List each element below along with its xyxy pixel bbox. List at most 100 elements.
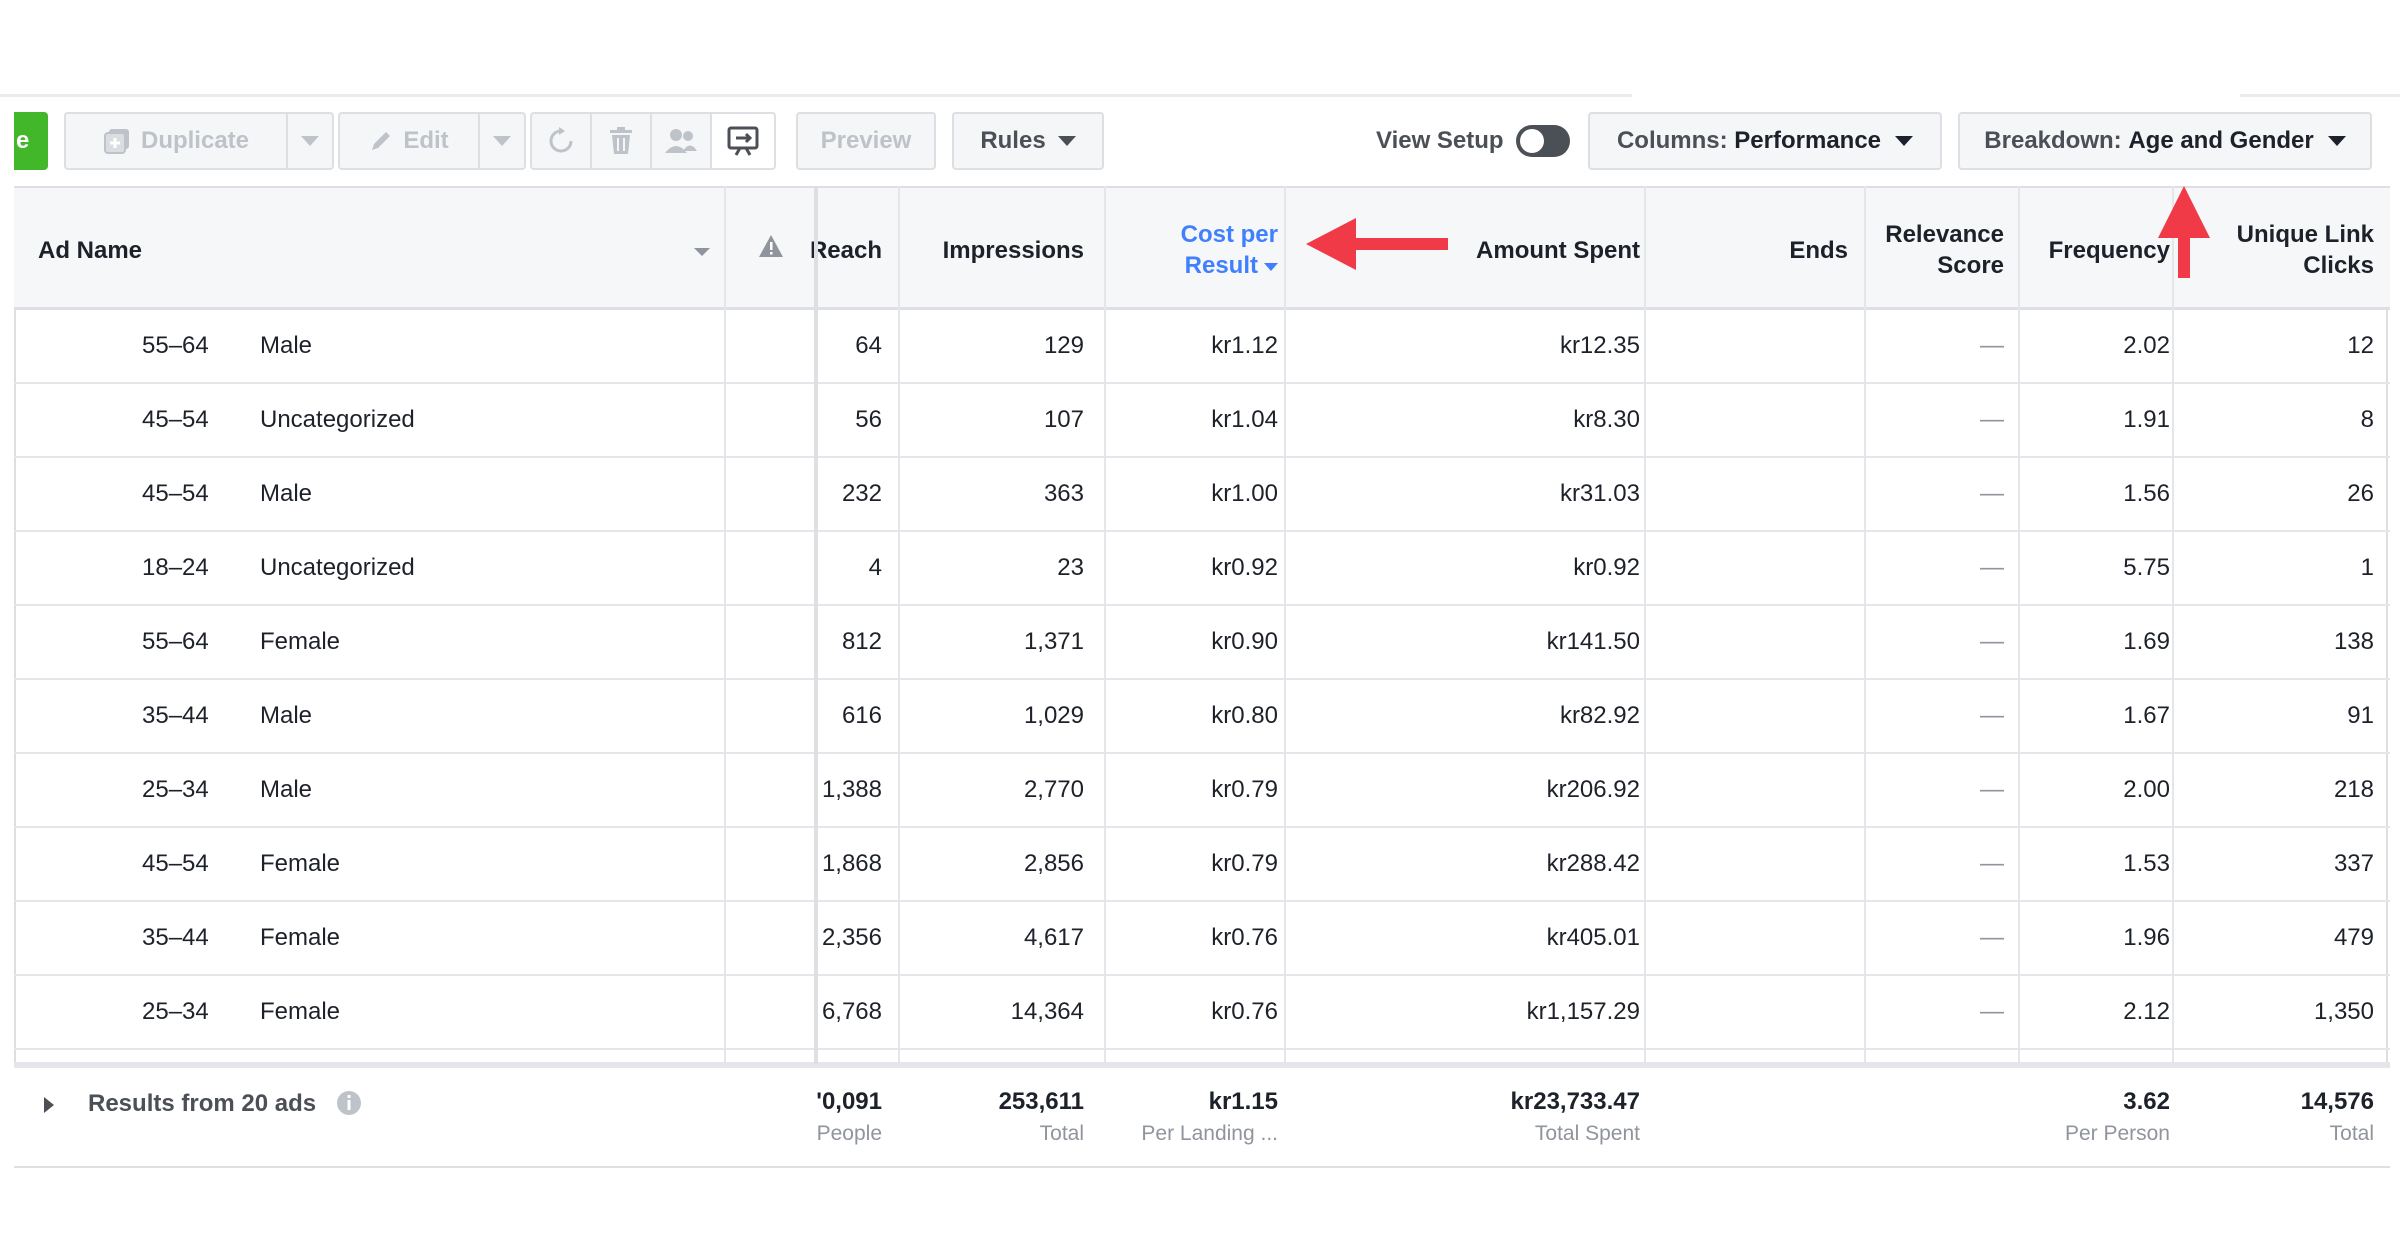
columns-dropdown[interactable]: Columns: Performance — [1588, 112, 1942, 170]
col-divider — [2172, 186, 2174, 1168]
gender-cell: Uncategorized — [260, 554, 415, 581]
frequency-cell: 1.53 — [2123, 850, 2170, 877]
clicks-cell: 138 — [2333, 628, 2374, 655]
chevron-down-icon — [2327, 136, 2346, 146]
col-divider — [1284, 186, 1286, 1168]
annotation-arrow-left-icon — [1306, 218, 1448, 270]
relevance-cell: — — [1980, 850, 2004, 877]
header-cost-per-result[interactable]: Cost per Result — [1110, 188, 1278, 312]
impressions-cell: 2,856 — [1023, 850, 1084, 877]
summary-label: Results from 20 ads — [88, 1090, 317, 1117]
header-ad-name[interactable]: Ad Name — [38, 188, 438, 312]
top-divider — [0, 94, 1632, 97]
summary-frequency-sub: Per Person — [2064, 1122, 2170, 1145]
frequency-cell: 1.56 — [2123, 480, 2170, 507]
table-row[interactable]: 45–54 Male 232 363 kr1.00 kr31.03 — 1.56 26 — [14, 458, 2390, 532]
col-divider-frozen — [814, 186, 818, 1168]
expand-triangle-icon[interactable] — [42, 1096, 56, 1114]
impressions-cell: 129 — [1043, 332, 1084, 359]
rules-label: Rules — [980, 127, 1046, 154]
reach-cell: 616 — [841, 702, 882, 729]
breakdown-dropdown[interactable]: Breakdown: Age and Gender — [1958, 112, 2372, 170]
spent-cell: kr206.92 — [1546, 776, 1640, 803]
table-row[interactable]: 18–24 Uncategorized 4 23 kr0.92 kr0.92 — 5.75 1 — [14, 532, 2390, 606]
cpr-cell: kr0.92 — [1211, 554, 1278, 581]
relevance-cell: — — [1980, 628, 2004, 655]
duplicate-button[interactable]: Duplicate — [64, 112, 288, 170]
preview-button[interactable]: Preview — [796, 112, 936, 170]
frequency-cell: 5.75 — [2123, 554, 2170, 581]
spent-cell: kr0.92 — [1573, 554, 1640, 581]
view-setup-toggle[interactable] — [1515, 125, 1570, 157]
header-frequency[interactable]: Frequency — [2024, 188, 2170, 312]
col-divider — [2018, 186, 2020, 1168]
cpr-cell: kr1.04 — [1211, 406, 1278, 433]
chevron-down-icon — [301, 136, 319, 146]
sort-caret-icon[interactable] — [694, 248, 710, 256]
gender-cell: Female — [260, 850, 341, 877]
clicks-cell: 1,350 — [2313, 998, 2374, 1025]
table-row[interactable]: 35–44 Female 2,356 4,617 kr0.76 kr405.01 — 1.96… — [14, 902, 2390, 976]
delete-button[interactable] — [590, 112, 652, 170]
summary-impressions: 253,611 — [998, 1088, 1084, 1115]
table-row-partial — [14, 1050, 2390, 1064]
clicks-cell: 12 — [2347, 332, 2374, 359]
chevron-down-icon — [1895, 136, 1914, 146]
col-divider — [1104, 186, 1106, 1168]
age-cell: 45–54 — [142, 850, 209, 877]
export-button[interactable] — [710, 112, 776, 170]
duplicate-icon — [103, 129, 129, 154]
info-icon[interactable] — [336, 1090, 362, 1116]
impressions-cell: 1,029 — [1023, 702, 1084, 729]
gender-cell: Female — [260, 628, 341, 655]
age-cell: 25–34 — [142, 998, 209, 1025]
toolbar: e Duplicate Edit Preview Rules View Setu… — [14, 112, 2390, 172]
reach-cell: 1,388 — [821, 776, 882, 803]
people-icon — [665, 129, 697, 153]
frequency-cell: 2.02 — [2123, 332, 2170, 359]
col-divider — [1864, 186, 1866, 1168]
table-row[interactable]: 55–64 Male 64 129 kr1.12 kr12.35 — 2.02 12 — [14, 310, 2390, 384]
audience-button[interactable] — [650, 112, 712, 170]
summary-cost-per-result-sub: Per Landing ... — [1141, 1122, 1278, 1145]
gender-cell: Female — [260, 998, 341, 1025]
relevance-cell: — — [1980, 554, 2004, 581]
table-row[interactable]: 45–54 Uncategorized 56 107 kr1.04 kr8.30 — 1.91… — [14, 384, 2390, 458]
header-reach[interactable]: Reach — [810, 188, 882, 312]
reach-cell: 4 — [868, 554, 882, 581]
refresh-button[interactable] — [530, 112, 592, 170]
table-row[interactable]: 55–64 Female 812 1,371 kr0.90 kr141.50 — 1.69 13… — [14, 606, 2390, 680]
spent-cell: kr1,157.29 — [1526, 998, 1640, 1025]
view-setup[interactable]: View Setup — [1376, 112, 1570, 170]
header-relevance-score[interactable]: Relevance Score — [1874, 188, 2004, 312]
rules-button[interactable]: Rules — [952, 112, 1104, 170]
spent-cell: kr288.42 — [1546, 850, 1640, 877]
spent-cell: kr82.92 — [1559, 702, 1640, 729]
edit-dropdown[interactable] — [478, 112, 526, 170]
clicks-cell: 26 — [2347, 480, 2374, 507]
age-cell: 18–24 — [142, 554, 209, 581]
table-row[interactable]: 25–34 Male 1,388 2,770 kr0.79 kr206.92 — 2.00 21… — [14, 754, 2390, 828]
gender-cell: Male — [260, 332, 313, 359]
clicks-cell: 91 — [2347, 702, 2374, 729]
table-row[interactable]: 45–54 Female 1,868 2,856 kr0.79 kr288.42 — 1.53… — [14, 828, 2390, 902]
table-row[interactable]: 25–34 Female 6,768 14,364 kr0.76 kr1,157.29 — 2… — [14, 976, 2390, 1050]
cpr-cell: kr0.76 — [1211, 998, 1278, 1025]
cpr-cell: kr1.00 — [1211, 480, 1278, 507]
age-cell: 55–64 — [142, 332, 209, 359]
summary-frequency: 3.62 — [2123, 1088, 2170, 1115]
summary-reach: '0,091 — [816, 1088, 882, 1115]
cpr-cell: kr0.80 — [1211, 702, 1278, 729]
edit-button[interactable]: Edit — [338, 112, 480, 170]
header-ends[interactable]: Ends — [1714, 188, 1848, 312]
create-button[interactable]: e — [14, 112, 48, 170]
duplicate-dropdown[interactable] — [286, 112, 334, 170]
table-row[interactable]: 35–44 Male 616 1,029 kr0.80 kr82.92 — 1.67 91 — [14, 680, 2390, 754]
frequency-cell: 2.00 — [2123, 776, 2170, 803]
warning-icon[interactable] — [758, 234, 784, 258]
reach-cell: 56 — [855, 406, 882, 433]
header-impressions[interactable]: Impressions — [904, 188, 1084, 312]
header-unique-link-clicks[interactable]: Unique Link Clicks — [2184, 188, 2374, 312]
annotation-arrow-up-icon — [2158, 186, 2210, 278]
frequency-cell: 1.96 — [2123, 924, 2170, 951]
